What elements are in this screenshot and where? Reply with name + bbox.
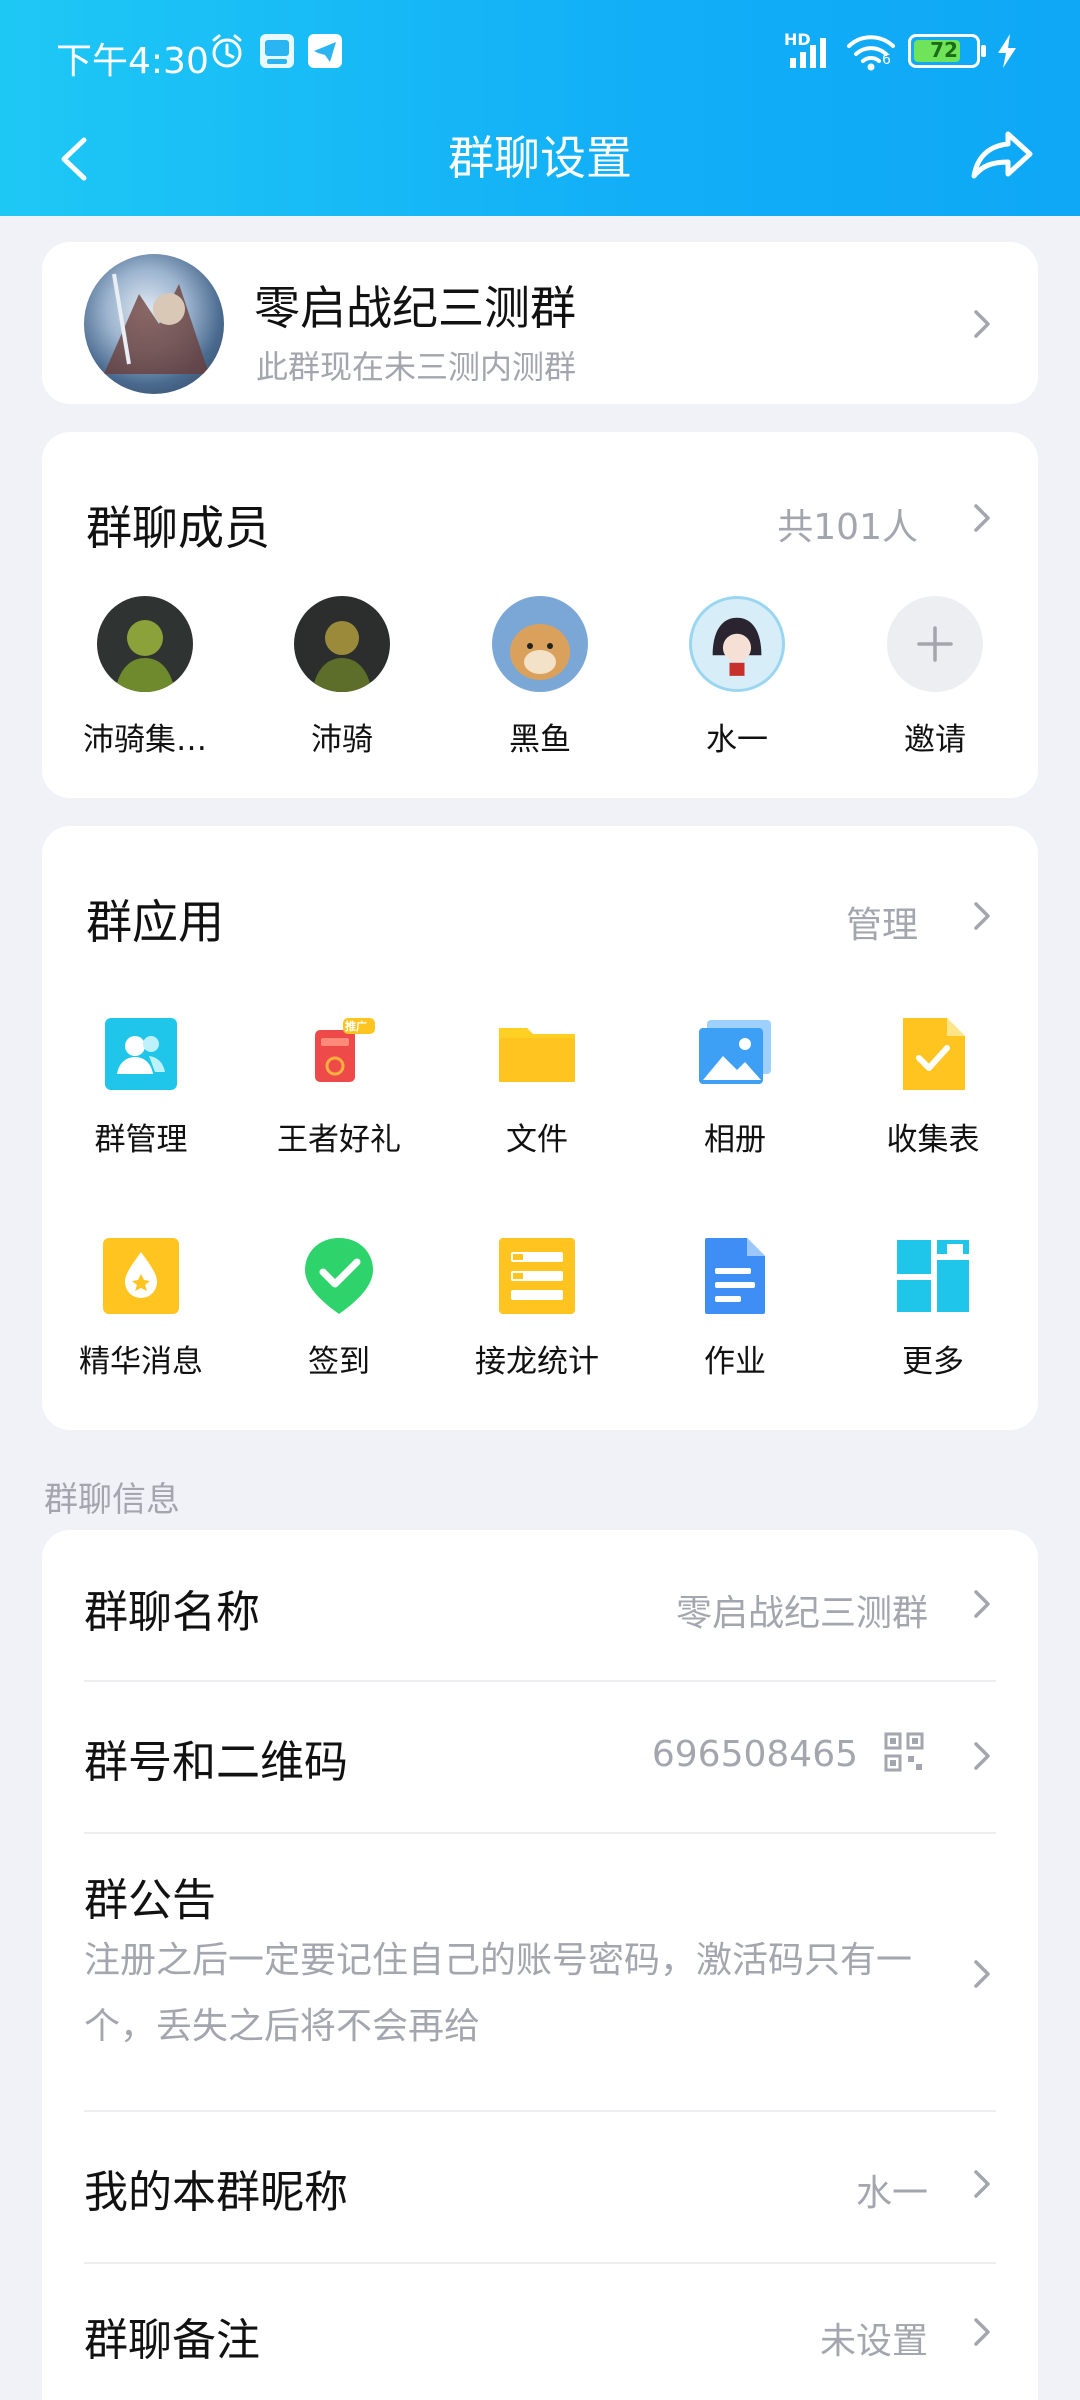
group-name: 零启战纪三测群 <box>254 281 576 335</box>
member-item[interactable]: 沛骑 <box>257 596 427 759</box>
checkin-icon <box>299 1236 379 1316</box>
invite-label: 邀请 <box>904 722 966 758</box>
app-collect-form[interactable]: 收集表 <box>834 1014 1032 1159</box>
apps-title: 群应用 <box>86 895 224 949</box>
chevron-right-icon <box>974 1742 990 1770</box>
group-subtitle: 此群现在未三测内测群 <box>256 348 577 386</box>
app-label: 精华消息 <box>79 1344 203 1380</box>
gift-badge: 推广 <box>345 1020 367 1033</box>
row-group-name[interactable]: 群聊名称 零启战纪三测群 <box>42 1530 1038 1680</box>
app-label: 文件 <box>506 1122 568 1158</box>
app-album[interactable]: 相册 <box>636 1014 834 1159</box>
apps-manage-link[interactable]: 管理 <box>846 896 918 948</box>
group-profile-card[interactable]: 零启战纪三测群 此群现在未三测内测群 <box>42 242 1038 404</box>
row-label: 群公告 <box>84 1875 216 1926</box>
app-gift[interactable]: 推广 王者好礼 <box>240 1014 438 1159</box>
member-name: 沛骑 <box>311 722 373 758</box>
app-label: 签到 <box>308 1344 370 1380</box>
row-group-notice[interactable]: 群公告 注册之后一定要记住自己的账号密码，激活码只有一个，丢失之后将不会再给 <box>42 1834 1038 2110</box>
collect-form-icon <box>893 1014 973 1094</box>
members-title: 群聊成员 <box>86 501 270 555</box>
app-label: 接龙统计 <box>475 1344 599 1380</box>
group-avatar <box>84 254 224 394</box>
net-type-label: 6 <box>882 52 891 68</box>
app-essence[interactable]: 精华消息 <box>42 1236 240 1381</box>
row-my-nickname[interactable]: 我的本群昵称 水一 <box>42 2112 1038 2262</box>
member-avatar <box>689 596 785 692</box>
member-name: 黑鱼 <box>509 722 571 758</box>
battery-level: 72 <box>930 38 958 62</box>
nav-bar: 群聊设置 <box>0 100 1080 216</box>
essence-icon <box>101 1236 181 1316</box>
send-app-icon <box>306 32 344 74</box>
solitaire-icon <box>497 1236 577 1316</box>
chevron-right-icon <box>974 2318 990 2346</box>
member-name: 水一 <box>706 722 768 758</box>
member-item[interactable]: 水一 <box>652 596 822 759</box>
app-label: 作业 <box>704 1344 766 1380</box>
member-avatar <box>294 596 390 692</box>
status-bar: 下午4:30 HD 6 72 <box>0 0 1080 100</box>
app-checkin[interactable]: 签到 <box>240 1236 438 1381</box>
chevron-right-icon <box>974 1960 990 1988</box>
chevron-right-icon <box>974 1590 990 1618</box>
row-label: 我的本群昵称 <box>84 2167 348 2218</box>
row-label: 群聊名称 <box>84 1587 260 1638</box>
chevron-right-icon <box>974 2170 990 2198</box>
members-card: 群聊成员 共101人 沛骑集… 沛骑 黑鱼 水一 邀请 <box>42 432 1038 798</box>
row-value: 零启战纪三测群 <box>675 1593 928 1634</box>
alarm-icon <box>208 32 246 74</box>
app-files[interactable]: 文件 <box>438 1014 636 1159</box>
app-label: 群管理 <box>94 1122 188 1158</box>
gift-icon: 推广 <box>299 1014 379 1094</box>
row-group-id-qrcode[interactable]: 群号和二维码 696508465 <box>42 1682 1038 1832</box>
notice-text: 注册之后一定要记住自己的账号密码，激活码只有一个，丢失之后将不会再给 <box>84 1940 913 2047</box>
app-notification-icon <box>258 32 296 74</box>
qrcode-icon <box>884 1732 924 1772</box>
charging-icon <box>992 32 1022 74</box>
header-area: 下午4:30 HD 6 72 群聊设置 <box>0 0 1080 216</box>
add-member-icon <box>887 596 983 692</box>
member-name: 沛骑集… <box>83 722 207 758</box>
member-avatar <box>492 596 588 692</box>
member-item[interactable]: 黑鱼 <box>455 596 625 759</box>
share-icon <box>971 131 1033 179</box>
app-label: 更多 <box>902 1344 964 1380</box>
row-value: 水一 <box>855 2173 928 2214</box>
members-count[interactable]: 共101人 <box>777 498 918 550</box>
row-value: 未设置 <box>819 2321 928 2362</box>
app-group-manage[interactable]: 群管理 <box>42 1014 240 1159</box>
row-label: 群聊备注 <box>84 2315 260 2366</box>
row-label: 群号和二维码 <box>84 1737 348 1788</box>
invite-button[interactable]: 邀请 <box>850 596 1020 759</box>
member-avatar <box>97 596 193 692</box>
page-title: 群聊设置 <box>448 131 632 185</box>
row-group-remark[interactable]: 群聊备注 未设置 <box>42 2264 1038 2400</box>
app-label: 相册 <box>704 1122 766 1158</box>
chevron-right-icon <box>974 310 990 338</box>
album-icon <box>695 1014 775 1094</box>
group-id-value: 696508465 <box>651 1734 858 1775</box>
homework-icon <box>695 1236 775 1316</box>
more-grid-icon <box>893 1236 973 1316</box>
app-more[interactable]: 更多 <box>834 1236 1032 1381</box>
status-time: 下午4:30 <box>56 41 209 82</box>
chevron-right-icon[interactable] <box>968 498 996 538</box>
signal-icon <box>786 36 836 74</box>
info-section-label: 群聊信息 <box>44 1480 180 1520</box>
app-label: 王者好礼 <box>277 1122 401 1158</box>
member-item[interactable]: 沛骑集… <box>60 596 230 759</box>
chevron-right-icon[interactable] <box>968 896 996 936</box>
app-label: 收集表 <box>886 1122 980 1158</box>
app-solitaire[interactable]: 接龙统计 <box>438 1236 636 1381</box>
battery-icon: 72 <box>908 34 986 68</box>
group-info-card: 群聊名称 零启战纪三测群 群号和二维码 696508465 群公告 注册之后一定… <box>42 1530 1038 2400</box>
share-button[interactable] <box>968 120 1040 190</box>
group-apps-card: 群应用 管理 群管理 推广 王者好礼 文件 相册 收集表 精华消息 签到 接龙统… <box>42 826 1038 1430</box>
folder-icon <box>497 1014 577 1094</box>
app-homework[interactable]: 作业 <box>636 1236 834 1381</box>
group-manage-icon <box>101 1014 181 1094</box>
